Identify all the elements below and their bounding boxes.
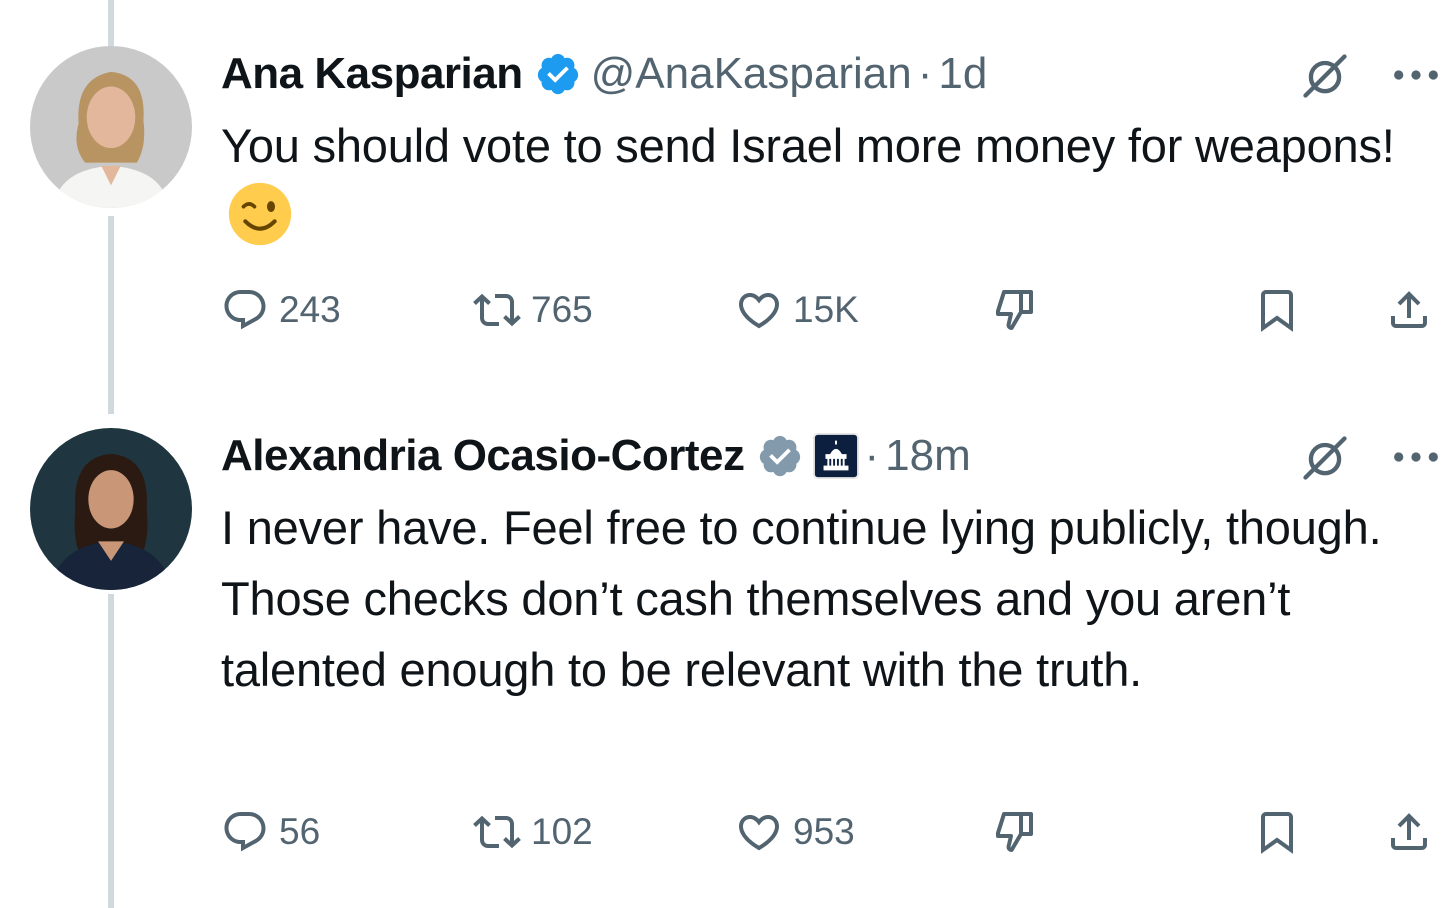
timestamp[interactable]: 1d (938, 49, 987, 99)
timestamp[interactable]: 18m (885, 431, 971, 481)
heart-icon (738, 815, 780, 851)
like-count: 953 (793, 811, 855, 852)
bookmark-icon (1261, 290, 1293, 332)
tweet-text: I never have. Feel free to continue lyin… (221, 501, 1382, 696)
bookmark-button[interactable] (1253, 280, 1301, 340)
reply-count: 243 (279, 289, 341, 330)
tweet-body: You should vote to send Israel more mone… (221, 119, 1395, 172)
thread-line (108, 594, 114, 908)
thread-line (108, 0, 114, 46)
reply-button[interactable]: 243 (221, 280, 341, 340)
separator-dot: · (917, 49, 933, 98)
share-button[interactable] (1385, 280, 1433, 340)
tweet[interactable]: Ana Kasparian @AnaKasparian · 1d You sho… (221, 40, 1438, 332)
tweet-header: Alexandria Ocasio-Cortez · 18m (221, 422, 1438, 490)
like-button[interactable]: 953 (735, 802, 855, 862)
reply-icon (224, 290, 266, 330)
winking-face-emoji-icon (227, 181, 293, 247)
share-button[interactable] (1385, 802, 1433, 862)
verified-badge-icon[interactable] (535, 51, 581, 97)
heart-icon (738, 293, 780, 329)
retweet-count: 765 (531, 289, 593, 330)
bookmark-button[interactable] (1253, 802, 1301, 862)
thread-line (108, 216, 114, 414)
verified-badge-icon[interactable] (757, 433, 803, 479)
us-capitol-icon[interactable] (812, 433, 859, 479)
more-options-icon[interactable] (1391, 438, 1441, 476)
more-options-icon[interactable] (1391, 56, 1441, 94)
grok-icon[interactable] (1299, 50, 1351, 102)
tweet[interactable]: Alexandria Ocasio-Cortez · 18m I never h… (221, 422, 1438, 854)
avatar[interactable] (30, 46, 192, 208)
share-icon (1391, 291, 1427, 328)
thumbs-down-icon (996, 812, 1033, 852)
bookmark-icon (1261, 812, 1293, 854)
reply-button[interactable]: 56 (221, 802, 320, 862)
tweet-text: You should vote to send Israel more mone… (221, 110, 1421, 254)
handle[interactable]: @AnaKasparian (591, 49, 912, 99)
dislike-button[interactable] (991, 802, 1039, 862)
grok-icon[interactable] (1299, 432, 1351, 484)
retweet-icon (473, 293, 521, 327)
display-name[interactable]: Alexandria Ocasio-Cortez (221, 431, 745, 481)
tweet-header: Ana Kasparian @AnaKasparian · 1d (221, 40, 1438, 108)
retweet-count: 102 (531, 811, 593, 852)
share-icon (1391, 813, 1427, 850)
reply-icon (224, 812, 266, 852)
thumbs-down-icon (996, 290, 1033, 330)
tweet-actions: 243 765 15K (221, 280, 1441, 340)
retweet-button[interactable]: 102 (473, 802, 593, 862)
tweet-actions: 56 102 953 (221, 802, 1441, 862)
retweet-button[interactable]: 765 (473, 280, 593, 340)
like-count: 15K (793, 289, 859, 330)
retweet-icon (473, 815, 521, 849)
avatar[interactable] (30, 428, 192, 590)
display-name[interactable]: Ana Kasparian (221, 49, 523, 99)
separator-dot: · (864, 431, 880, 480)
like-button[interactable]: 15K (735, 280, 859, 340)
dislike-button[interactable] (991, 280, 1039, 340)
reply-count: 56 (279, 811, 321, 852)
